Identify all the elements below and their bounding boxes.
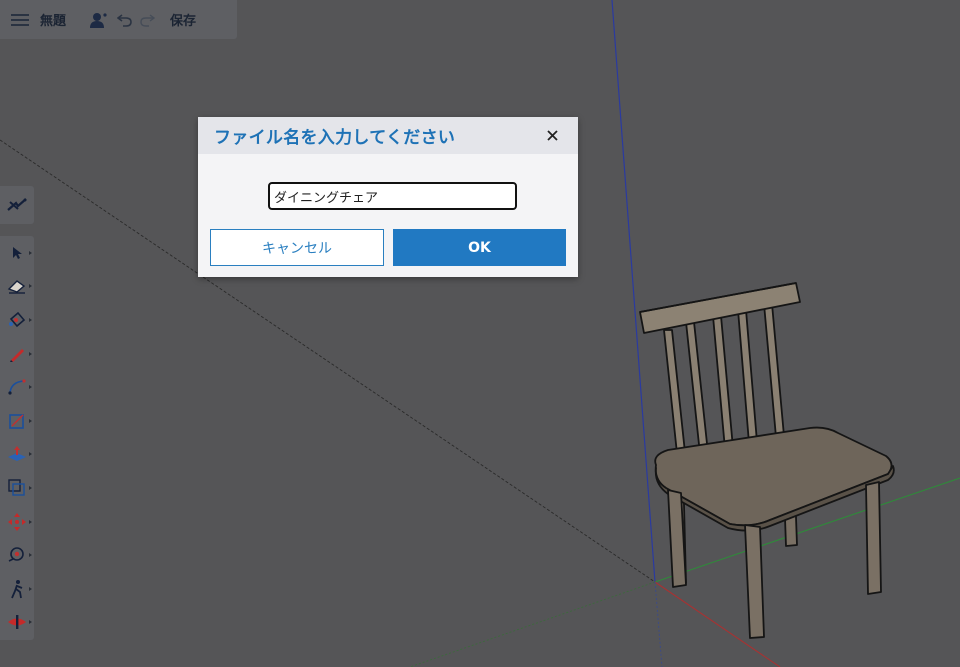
offset-tool-icon[interactable] (0, 471, 34, 505)
chevron-right-icon (29, 586, 32, 591)
ok-button[interactable]: OK (393, 229, 566, 266)
blue-axis-dashed (654, 581, 663, 667)
cancel-button[interactable]: キャンセル (210, 229, 384, 266)
chevron-right-icon (29, 317, 32, 322)
filename-input[interactable] (268, 182, 517, 210)
blue-axis (611, 0, 656, 583)
chevron-right-icon (29, 385, 32, 390)
select-tool-icon[interactable] (0, 236, 34, 270)
undo-icon[interactable] (114, 0, 136, 39)
eraser-tool-icon[interactable] (0, 270, 34, 304)
close-icon[interactable] (544, 128, 560, 144)
rectangle-tool-icon[interactable] (0, 404, 34, 438)
move-tool-icon[interactable] (0, 505, 34, 539)
dialog-title: ファイル名を入力してください (214, 128, 456, 148)
chevron-right-icon (29, 452, 32, 457)
paint-bucket-tool-icon[interactable] (0, 303, 34, 337)
chevron-right-icon (29, 485, 32, 490)
left-toolbar (0, 236, 34, 640)
chevron-right-icon (29, 284, 32, 289)
document-title[interactable]: 無題 (40, 0, 84, 39)
chevron-right-icon (29, 250, 32, 255)
3d-viewport[interactable] (0, 0, 960, 667)
left-toolbar-top (0, 186, 34, 224)
walk-tool-icon[interactable] (0, 572, 34, 606)
user-icon[interactable] (84, 0, 114, 39)
chevron-right-icon (29, 553, 32, 558)
chair-model (639, 282, 895, 639)
redo-icon[interactable] (136, 0, 158, 39)
top-toolbar: 無題 保存 (0, 0, 237, 39)
green-axis-dashed (409, 581, 656, 667)
hamburger-menu-icon[interactable] (0, 0, 40, 39)
filename-dialog: ファイル名を入力してください キャンセル OK (198, 117, 578, 277)
pencil-tool-icon[interactable] (0, 337, 34, 371)
search-warehouse-icon[interactable] (0, 186, 34, 224)
chevron-right-icon (29, 418, 32, 423)
chevron-right-icon (29, 620, 32, 625)
chevron-right-icon (29, 351, 32, 356)
dialog-header: ファイル名を入力してください (198, 117, 578, 154)
save-button[interactable]: 保存 (158, 0, 208, 39)
orbit-tool-icon[interactable] (0, 538, 34, 572)
arc-tool-icon[interactable] (0, 370, 34, 404)
chevron-right-icon (29, 519, 32, 524)
section-plane-tool-icon[interactable] (0, 606, 34, 640)
push-pull-tool-icon[interactable] (0, 438, 34, 472)
